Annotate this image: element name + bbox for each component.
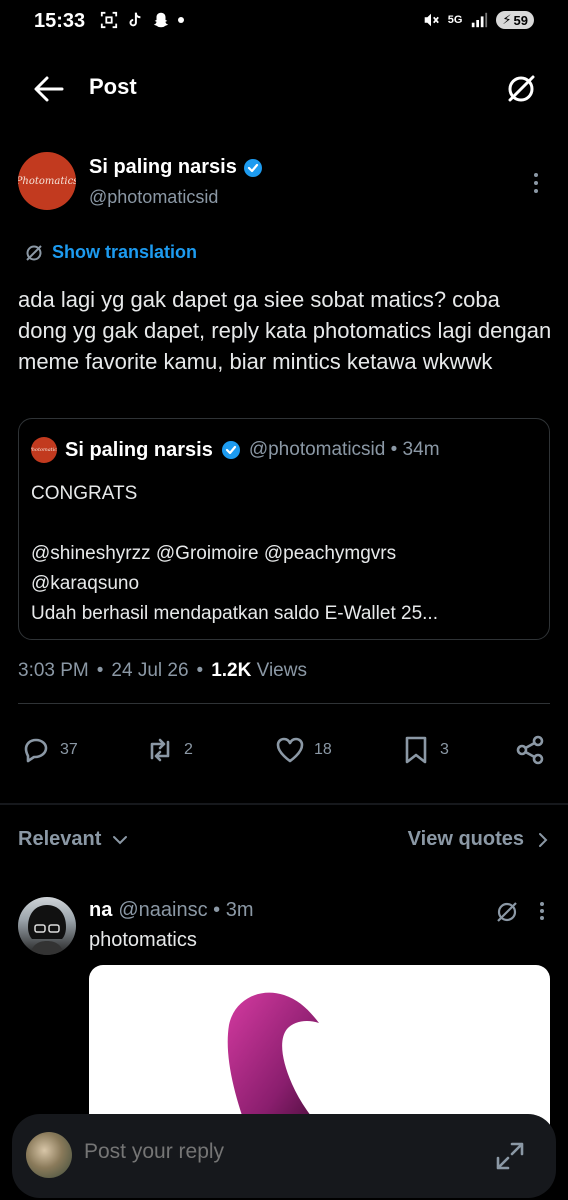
quoted-line: CONGRATS — [31, 483, 138, 504]
chevron-right-icon — [539, 832, 548, 847]
views-block[interactable]: 1.2K Views — [211, 660, 307, 682]
relevance-dropdown[interactable]: Relevant — [18, 828, 129, 851]
post-date: 24 Jul 26 — [111, 660, 189, 681]
show-translation-label: Show translation — [52, 242, 198, 262]
views-label: Views — [256, 660, 307, 681]
share-icon — [516, 735, 544, 765]
tiktok-icon — [129, 12, 141, 27]
quoted-post-text: CONGRATS @shineshyrzz @Groimoire @peachy… — [31, 479, 539, 629]
status-bar: 15:33 5G ⚡ 59 — [0, 0, 568, 44]
avatar-logo-text: Photomatics — [18, 175, 76, 187]
expand-icon[interactable] — [494, 1140, 526, 1172]
avatar — [26, 1132, 72, 1178]
status-notification-icons — [100, 11, 184, 29]
quoted-post[interactable]: Photomatics Si paling narsis @photomatic… — [18, 418, 550, 640]
reply-composer — [12, 1114, 556, 1198]
repost-icon — [150, 738, 170, 762]
section-divider — [0, 803, 568, 805]
top-app-bar: Post — [0, 60, 568, 120]
separator-dot: • — [196, 660, 204, 681]
views-count: 1.2K — [211, 660, 252, 681]
quoted-author-name: Si paling narsis — [65, 438, 213, 461]
repost-button[interactable]: 2 — [144, 734, 193, 766]
quoted-avatar-logo-text: Photomatics — [31, 447, 57, 453]
more-notifications-dot — [178, 17, 184, 23]
post-author[interactable]: Photomatics Si paling narsis @photomatic… — [18, 150, 552, 220]
avatar-figure — [28, 905, 66, 955]
author-handle[interactable]: @photomaticsid — [89, 187, 218, 208]
quoted-meta: @photomaticsid • 34m — [248, 439, 440, 460]
chevron-down-icon — [113, 835, 128, 844]
avatar[interactable] — [18, 897, 76, 955]
snapchat-icon — [153, 12, 169, 28]
quoted-avatar: Photomatics — [31, 437, 57, 463]
screenshot-icon — [100, 11, 118, 29]
post-time: 3:03 PM — [18, 660, 89, 681]
quoted-line: @shineshyrzz @Groimoire @peachymgvrs — [31, 543, 397, 564]
reply-input[interactable] — [84, 1140, 464, 1164]
more-options-icon[interactable] — [524, 168, 548, 198]
reply-author-name[interactable]: na — [89, 899, 112, 922]
bookmark-button[interactable]: 3 — [400, 734, 449, 766]
quoted-line: Udah berhasil mendapatkan saldo E-Wallet… — [31, 603, 438, 624]
reply-media-image[interactable] — [89, 965, 550, 1135]
reply-icon — [24, 738, 48, 763]
quoted-line — [31, 509, 539, 539]
reply-meta: @naainsc • 3m — [118, 899, 254, 921]
author-name-row[interactable]: Si paling narsis — [89, 156, 263, 179]
charging-icon: ⚡ — [502, 12, 512, 27]
verified-badge-icon — [221, 441, 240, 459]
show-translation-link[interactable]: Show translation — [24, 242, 197, 263]
replies-sort-row: Relevant View quotes — [18, 828, 550, 858]
grok-icon[interactable] — [504, 72, 538, 106]
heart-icon — [276, 737, 304, 763]
battery-level: 59 — [513, 12, 528, 28]
view-quotes-label: View quotes — [407, 828, 524, 850]
post-actions: 37 2 18 3 — [0, 728, 568, 774]
avatar[interactable]: Photomatics — [18, 152, 76, 210]
battery-indicator: ⚡ 59 — [496, 11, 534, 29]
bookmark-count: 3 — [440, 741, 449, 758]
view-quotes-link[interactable]: View quotes — [408, 828, 550, 851]
like-button[interactable]: 18 — [274, 734, 332, 766]
status-system-icons: 5G ⚡ 59 — [422, 11, 534, 29]
back-arrow-icon[interactable] — [32, 74, 66, 104]
page-title: Post — [89, 74, 137, 99]
share-button[interactable] — [514, 734, 546, 766]
relevance-label: Relevant — [18, 828, 102, 850]
like-count: 18 — [314, 741, 332, 758]
quoted-post-header: Photomatics Si paling narsis @photomatic… — [31, 437, 440, 463]
verified-badge-icon — [243, 158, 262, 177]
reply-count: 37 — [60, 741, 78, 758]
grok-icon — [26, 244, 42, 261]
repost-count: 2 — [184, 741, 193, 758]
meme-image — [227, 992, 327, 1135]
grok-icon[interactable] — [494, 899, 520, 925]
post-meta: 3:03 PM • 24 Jul 26 • 1.2K Views — [18, 660, 307, 682]
quoted-line: @karaqsuno — [31, 573, 140, 594]
separator-dot: • — [96, 660, 104, 681]
status-time: 15:33 — [34, 10, 86, 32]
post-text: ada lagi yg gak dapet ga siee sobat mati… — [18, 287, 552, 374]
divider — [18, 703, 550, 704]
network-type: 5G — [447, 14, 463, 26]
mute-icon — [424, 13, 439, 27]
author-name: Si paling narsis — [89, 156, 237, 178]
signal-icon — [472, 12, 488, 28]
reply-post[interactable]: na @naainsc • 3m photomatics — [18, 895, 550, 1135]
reply-text: photomatics — [89, 929, 197, 951]
bookmark-icon — [405, 736, 427, 764]
reply-header: na @naainsc • 3m — [89, 899, 253, 922]
reply-button[interactable]: 37 — [20, 734, 78, 766]
more-options-icon[interactable] — [534, 899, 550, 923]
